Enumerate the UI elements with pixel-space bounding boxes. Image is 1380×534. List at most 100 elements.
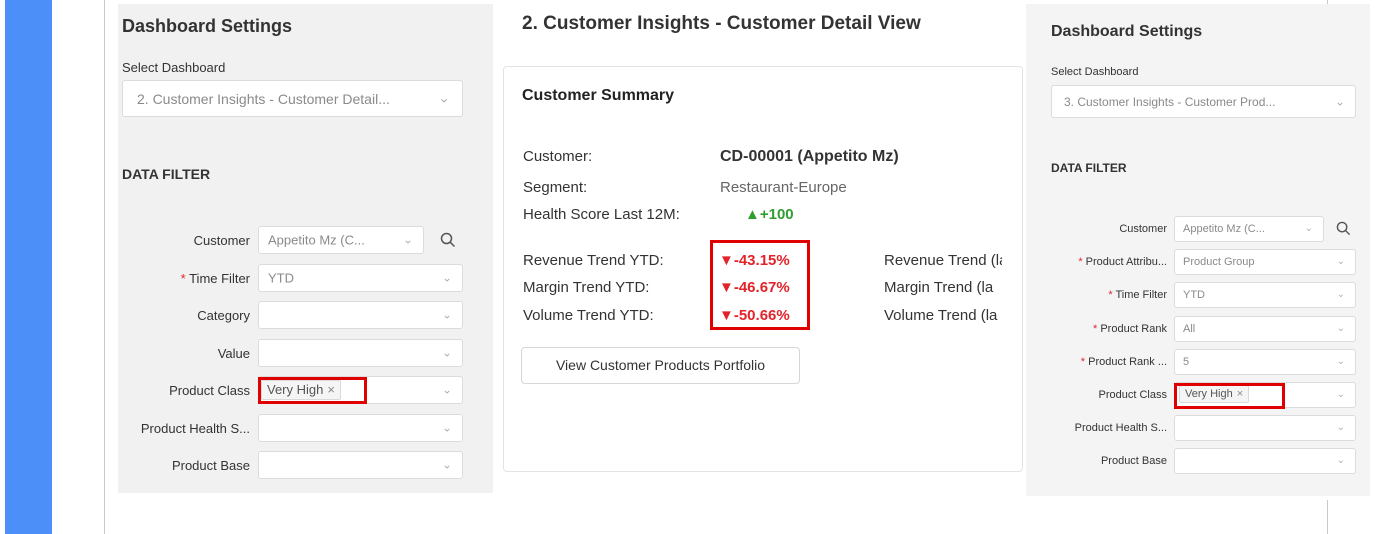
- chevron-down-icon: ⌄: [1304, 222, 1313, 234]
- right-select-dashboard-label: Select Dashboard: [1051, 66, 1139, 78]
- filter-label-text: Product Rank ...: [1088, 355, 1167, 368]
- search-icon[interactable]: [440, 232, 456, 248]
- customer-label: Customer:: [523, 148, 593, 165]
- filter-label-text: Value: [217, 345, 250, 361]
- filter-select[interactable]: Product Group ⌄: [1174, 249, 1356, 276]
- chevron-down-icon: ⌄: [1336, 355, 1345, 367]
- right-panel-title: Dashboard Settings: [1051, 23, 1203, 40]
- filter-select[interactable]: ⌄: [258, 301, 463, 329]
- filter-select[interactable]: ⌄: [258, 338, 463, 367]
- chevron-down-icon: ⌄: [441, 344, 452, 359]
- chevron-down-icon: ⌄: [441, 457, 452, 472]
- right-data-filter-heading: DATA FILTER: [1051, 161, 1127, 175]
- health-score-label: Health Score Last 12M:: [523, 206, 680, 223]
- filter-select[interactable]: ⌄: [258, 413, 463, 442]
- filter-select-value: Appetito Mz (C...: [268, 232, 365, 248]
- filter-select-value: All: [1183, 322, 1196, 335]
- chevron-down-icon: ⌄: [1334, 93, 1345, 108]
- chevron-down-icon: ⌄: [402, 232, 413, 247]
- trend-values-highlight: [710, 240, 810, 330]
- chevron-down-icon: ⌄: [441, 382, 452, 397]
- health-score-value: ▲+100: [745, 206, 794, 223]
- filter-label: * Product Attribu...: [1078, 256, 1167, 268]
- filter-select[interactable]: YTD ⌄: [1174, 282, 1356, 309]
- filter-label: Product Base: [1101, 455, 1167, 467]
- required-asterisk: *: [1080, 355, 1086, 368]
- filter-select-value: YTD: [268, 270, 294, 285]
- filter-label-text: Category: [197, 308, 250, 323]
- required-asterisk: *: [1108, 289, 1113, 302]
- margin-trend-label: Margin Trend YTD:: [523, 279, 650, 296]
- filter-select[interactable]: Appetito Mz (C... ⌄: [1174, 216, 1324, 242]
- chevron-down-icon: ⌄: [441, 307, 452, 322]
- filter-select[interactable]: All ⌄: [1174, 315, 1356, 342]
- revenue-trend-lastyear-label: Revenue Trend (la: [884, 252, 1002, 269]
- volume-trend-label: Volume Trend YTD:: [523, 307, 654, 324]
- left-panel-title: Dashboard Settings: [122, 16, 293, 36]
- filter-label-text: Product Health S...: [140, 420, 250, 436]
- filter-label: Customer: [1119, 223, 1167, 235]
- filter-select-value: YTD: [1183, 289, 1205, 302]
- filter-label-text: Product Class: [169, 383, 250, 398]
- left-dashboard-select-value: 2. Customer Insights - Customer Detail..…: [137, 90, 390, 107]
- filter-label: Customer: [194, 233, 250, 248]
- right-dashboard-select[interactable]: 3. Customer Insights - Customer Prod... …: [1051, 85, 1356, 118]
- chevron-down-icon: ⌄: [1336, 455, 1345, 467]
- divider-line-right: [1327, 500, 1328, 534]
- segment-value: Restaurant-Europe: [720, 179, 847, 196]
- filter-label: * Time Filter: [181, 271, 250, 286]
- filter-select[interactable]: YTD ⌄: [258, 263, 463, 292]
- filter-label: Product Base: [172, 458, 250, 473]
- filter-label: Category: [197, 308, 250, 323]
- filter-label-text: Customer: [1119, 223, 1167, 235]
- left-select-dashboard-label: Select Dashboard: [122, 60, 226, 75]
- left-dashboard-select[interactable]: 2. Customer Insights - Customer Detail..…: [122, 80, 463, 117]
- filter-select[interactable]: ⌄: [1174, 448, 1356, 475]
- chevron-down-icon: ⌄: [441, 269, 452, 284]
- filter-select-value: Product Group: [1183, 256, 1255, 269]
- filter-label-text: Product Rank: [1100, 322, 1167, 335]
- revenue-trend-label: Revenue Trend YTD:: [523, 252, 664, 269]
- filter-label: Product Class: [169, 383, 250, 398]
- filter-select[interactable]: Appetito Mz (C... ⌄: [258, 226, 424, 254]
- margin-trend-lastyear-label: Margin Trend (la: [884, 279, 994, 296]
- filter-label: Product Health S...: [1075, 422, 1167, 434]
- divider-line-left: [104, 0, 105, 534]
- middle-page-title: 2. Customer Insights - Customer Detail V…: [522, 13, 921, 34]
- filter-label: * Product Rank: [1093, 323, 1167, 335]
- filter-select[interactable]: 5 ⌄: [1174, 348, 1356, 375]
- chevron-down-icon: ⌄: [1336, 289, 1345, 301]
- customer-summary-title: Customer Summary: [522, 87, 675, 104]
- filter-label: Product Class: [1099, 389, 1167, 401]
- filter-label-text: Customer: [193, 233, 250, 248]
- chevron-down-icon: ⌄: [1336, 256, 1345, 268]
- product-class-highlight: [1174, 383, 1285, 409]
- chevron-down-icon: ⌄: [1336, 422, 1345, 434]
- filter-label: * Time Filter: [1108, 289, 1167, 301]
- chevron-down-icon: ⌄: [1336, 322, 1345, 334]
- filter-label-text: Product Class: [1098, 389, 1167, 401]
- left-data-filter-heading: DATA FILTER: [122, 166, 211, 182]
- filter-label-text: Product Attribu...: [1085, 256, 1167, 269]
- filter-label-text: Product Health S...: [1074, 422, 1167, 435]
- filter-label: Product Health S...: [141, 421, 250, 436]
- filter-label-text: Time Filter: [189, 270, 250, 286]
- chevron-down-icon: ⌄: [441, 419, 452, 434]
- product-class-highlight: [258, 377, 367, 404]
- filter-select[interactable]: ⌄: [1174, 415, 1356, 442]
- filter-label-text: Product Base: [1100, 455, 1167, 468]
- segment-label: Segment:: [523, 179, 588, 196]
- filter-label: * Product Rank ...: [1081, 356, 1167, 368]
- filter-select[interactable]: ⌄: [258, 451, 463, 479]
- filter-label-text: Time Filter: [1115, 289, 1167, 302]
- left-accent-bar: [5, 0, 52, 534]
- search-icon[interactable]: [1336, 221, 1351, 236]
- customer-value: CD-00001 (Appetito Mz): [720, 148, 899, 165]
- filter-select-value: Appetito Mz (C...: [1183, 223, 1265, 235]
- filter-select-value: 5: [1183, 355, 1190, 368]
- volume-trend-lastyear-label: Volume Trend (la: [884, 307, 998, 324]
- view-customer-products-portfolio-button[interactable]: View Customer Products Portfolio: [521, 347, 800, 384]
- filter-label-text: Product Base: [171, 458, 250, 473]
- chevron-down-icon: ⌄: [438, 89, 450, 106]
- right-dashboard-select-value: 3. Customer Insights - Customer Prod...: [1064, 94, 1276, 109]
